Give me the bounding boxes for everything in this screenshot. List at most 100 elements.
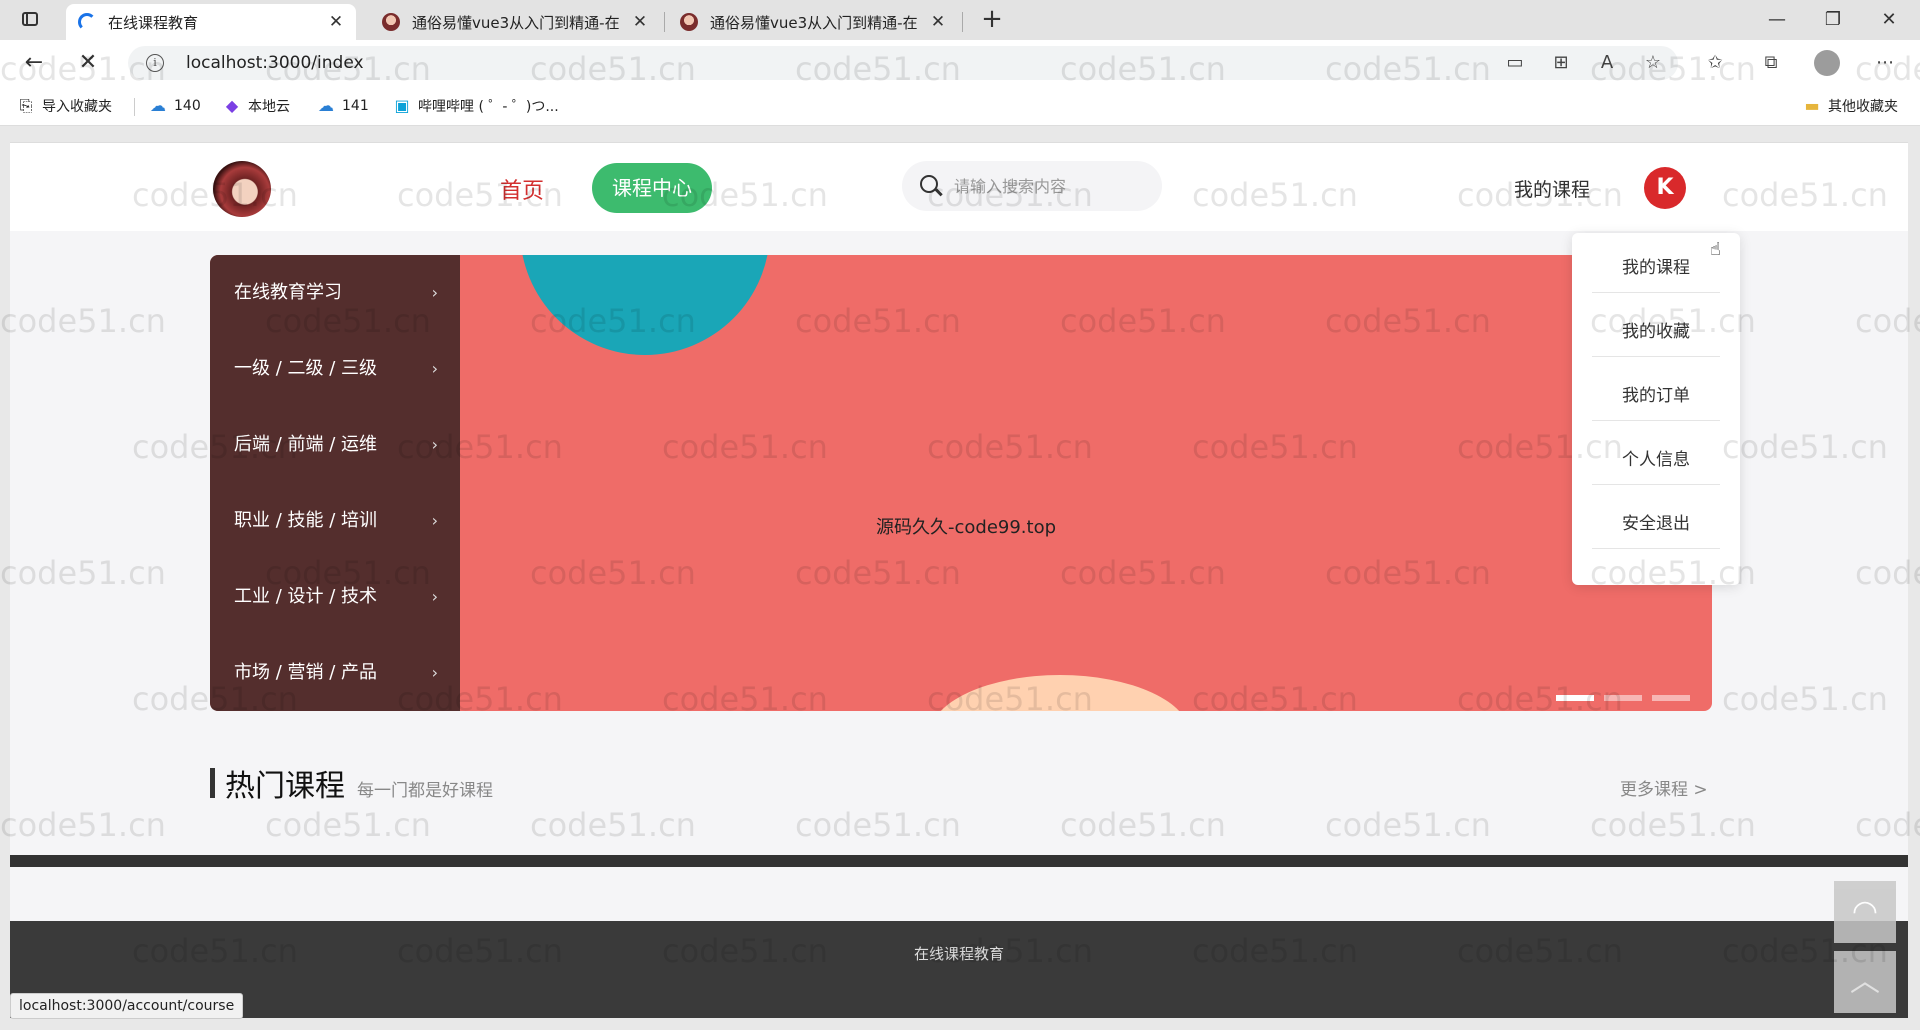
favorite-import[interactable]: ⎘ 导入收藏夹 — [16, 95, 112, 117]
favorite-141[interactable]: ☁ 141 — [316, 95, 369, 117]
tab-vue3-2[interactable]: 通俗易懂vue3从入门到精通-在 ✕ — [668, 4, 958, 40]
favorites-bar: ⎘ 导入收藏夹 ☁ 140 ◆ 本地云 ☁ 141 ▣ 哔哩哔哩 ( ゜- ゜)… — [0, 86, 1920, 126]
close-icon[interactable]: ✕ — [328, 12, 344, 32]
footer-text: 在线课程教育 — [913, 945, 1004, 963]
heading-accent-bar — [210, 768, 215, 798]
back-button[interactable]: ← — [18, 48, 50, 78]
obsidian-icon: ◆ — [225, 96, 239, 115]
favorite-140[interactable]: ☁ 140 — [148, 95, 201, 117]
new-tab-button[interactable]: + — [976, 6, 1008, 34]
restore-button[interactable]: ❐ — [1818, 6, 1848, 34]
tab-title: 在线课程教育 — [108, 13, 199, 32]
user-avatar[interactable]: K — [1644, 167, 1686, 209]
dropdown-item-profile[interactable]: 个人信息 — [1592, 425, 1720, 485]
folder-icon: ▬ — [1804, 96, 1820, 115]
favorite-local-cloud[interactable]: ◆ 本地云 — [222, 95, 290, 117]
site-footer: 在线课程教育 — [10, 921, 1908, 1018]
url-text: localhost:3000/index — [186, 53, 364, 73]
site-favicon-icon — [382, 13, 400, 31]
dropdown-item-favorites[interactable]: 我的收藏 — [1592, 297, 1720, 357]
category-label: 市场 / 营销 / 产品 — [234, 662, 378, 683]
extensions-icon[interactable]: ⊞ — [1548, 50, 1574, 76]
hot-courses-title: 热门课程 — [225, 769, 345, 804]
carousel-dot[interactable] — [1556, 695, 1594, 701]
favorite-label: 141 — [342, 98, 369, 114]
cloud-icon: ☁ — [150, 96, 166, 115]
close-icon[interactable]: ✕ — [930, 12, 946, 32]
sidebar-toggle-button[interactable] — [16, 8, 44, 32]
category-label: 一级 / 二级 / 三级 — [234, 358, 378, 379]
section-divider — [10, 855, 1908, 867]
category-item[interactable]: 职业 / 技能 / 培训 › — [210, 483, 460, 559]
dropdown-item-logout[interactable]: 安全退出 — [1592, 489, 1720, 549]
search-box — [902, 161, 1162, 211]
hot-courses-heading: 热门课程 每一门都是好课程 — [210, 761, 493, 805]
carousel-dot[interactable] — [1652, 695, 1690, 701]
favorite-label: 本地云 — [248, 99, 290, 115]
back-to-top-button[interactable]: ︿ — [1834, 951, 1896, 1013]
app-available-icon[interactable]: ▭ — [1502, 50, 1528, 76]
site-header: 首页 课程中心 我的课程 K — [10, 143, 1908, 231]
category-item[interactable]: 工业 / 设计 / 技术 › — [210, 559, 460, 635]
status-bar-url: localhost:3000/account/course — [10, 993, 244, 1019]
stop-loading-button[interactable]: ✕ — [72, 48, 104, 78]
dropdown-item-my-course[interactable]: 我的课程 — [1592, 233, 1720, 293]
divider — [134, 98, 135, 116]
customer-service-button[interactable]: ◠ — [1834, 881, 1896, 943]
tab-bar: 在线课程教育 ✕ 通俗易懂vue3从入门到精通-在 ✕ 通俗易懂vue3从入门到… — [0, 0, 1920, 40]
read-aloud-icon[interactable]: A — [1594, 50, 1620, 76]
carousel-indicators — [1556, 695, 1690, 701]
more-menu-icon[interactable]: ⋯ — [1872, 50, 1898, 76]
add-favorite-icon[interactable]: ☆ — [1640, 50, 1666, 76]
minimize-button[interactable]: — — [1762, 6, 1792, 34]
user-dropdown-menu: 我的课程 我的收藏 我的订单 个人信息 安全退出 — [1572, 233, 1740, 585]
chevron-right-icon: › — [431, 435, 438, 454]
category-item[interactable]: 后端 / 前端 / 运维 › — [210, 407, 460, 483]
category-label: 后端 / 前端 / 运维 — [234, 434, 378, 455]
category-item[interactable]: 一级 / 二级 / 三级 › — [210, 331, 460, 407]
chevron-right-icon: › — [431, 283, 438, 302]
more-courses-link[interactable]: 更多课程 > — [1620, 775, 1708, 800]
chevron-right-icon: › — [431, 663, 438, 682]
tab-divider — [664, 12, 665, 32]
category-menu: 在线教育学习 › 一级 / 二级 / 三级 › 后端 / 前端 / 运维 › 职业 /… — [210, 255, 460, 711]
category-item[interactable]: 市场 / 营销 / 产品 › — [210, 635, 460, 711]
banner-carousel[interactable]: 源码久久-code99.top 在线教育学习 › 一级 / 二级 / 三级 › 后端… — [210, 255, 1712, 711]
tab-online-course[interactable]: 在线课程教育 ✕ — [66, 4, 356, 40]
tab-divider — [962, 12, 963, 32]
info-icon[interactable]: i — [146, 54, 164, 72]
nav-home[interactable]: 首页 — [500, 173, 544, 205]
sidebar-icon — [22, 12, 38, 26]
import-icon: ⎘ — [19, 96, 33, 115]
close-window-button[interactable]: ✕ — [1874, 6, 1904, 34]
nav-course-center[interactable]: 课程中心 — [592, 163, 712, 213]
carousel-dot[interactable] — [1604, 695, 1642, 701]
tab-vue3-1[interactable]: 通俗易懂vue3从入门到精通-在 ✕ — [370, 4, 660, 40]
favorites-icon[interactable]: ✩ — [1702, 50, 1728, 76]
category-item[interactable]: 在线教育学习 › — [210, 255, 460, 331]
my-course-link[interactable]: 我的课程 — [1514, 175, 1590, 202]
headset-icon: ◠ — [1851, 894, 1879, 929]
chevron-right-icon: › — [431, 511, 438, 530]
hot-courses-subtitle: 每一门都是好课程 — [357, 781, 493, 801]
profile-avatar[interactable] — [1814, 50, 1840, 76]
dropdown-item-orders[interactable]: 我的订单 — [1592, 361, 1720, 421]
loading-icon — [78, 13, 96, 31]
close-icon[interactable]: ✕ — [632, 12, 648, 32]
page-viewport: 首页 课程中心 我的课程 K 源码久久-code99.top 在线教育学习 › 一… — [10, 142, 1908, 1018]
url-field[interactable]: i localhost:3000/index — [128, 46, 1678, 80]
chevron-right-icon: › — [431, 587, 438, 606]
other-favorites-folder[interactable]: ▬ 其他收藏夹 — [1802, 95, 1898, 117]
bilibili-icon: ▣ — [394, 96, 410, 115]
category-label: 工业 / 设计 / 技术 — [234, 586, 378, 607]
address-bar: ← ✕ i localhost:3000/index ▭ ⊞ A ☆ ✩ ⧉ ⋯ — [0, 40, 1920, 86]
chevron-up-icon: ︿ — [1850, 964, 1880, 999]
category-label: 职业 / 技能 / 培训 — [234, 510, 378, 531]
search-icon[interactable] — [920, 175, 938, 193]
chevron-right-icon: › — [431, 359, 438, 378]
favorite-bilibili[interactable]: ▣ 哔哩哔哩 ( ゜- ゜)つ... — [392, 95, 558, 117]
search-input[interactable] — [954, 173, 1144, 199]
banner-decoration — [520, 255, 770, 355]
collections-icon[interactable]: ⧉ — [1758, 50, 1784, 76]
site-logo[interactable] — [213, 161, 271, 217]
